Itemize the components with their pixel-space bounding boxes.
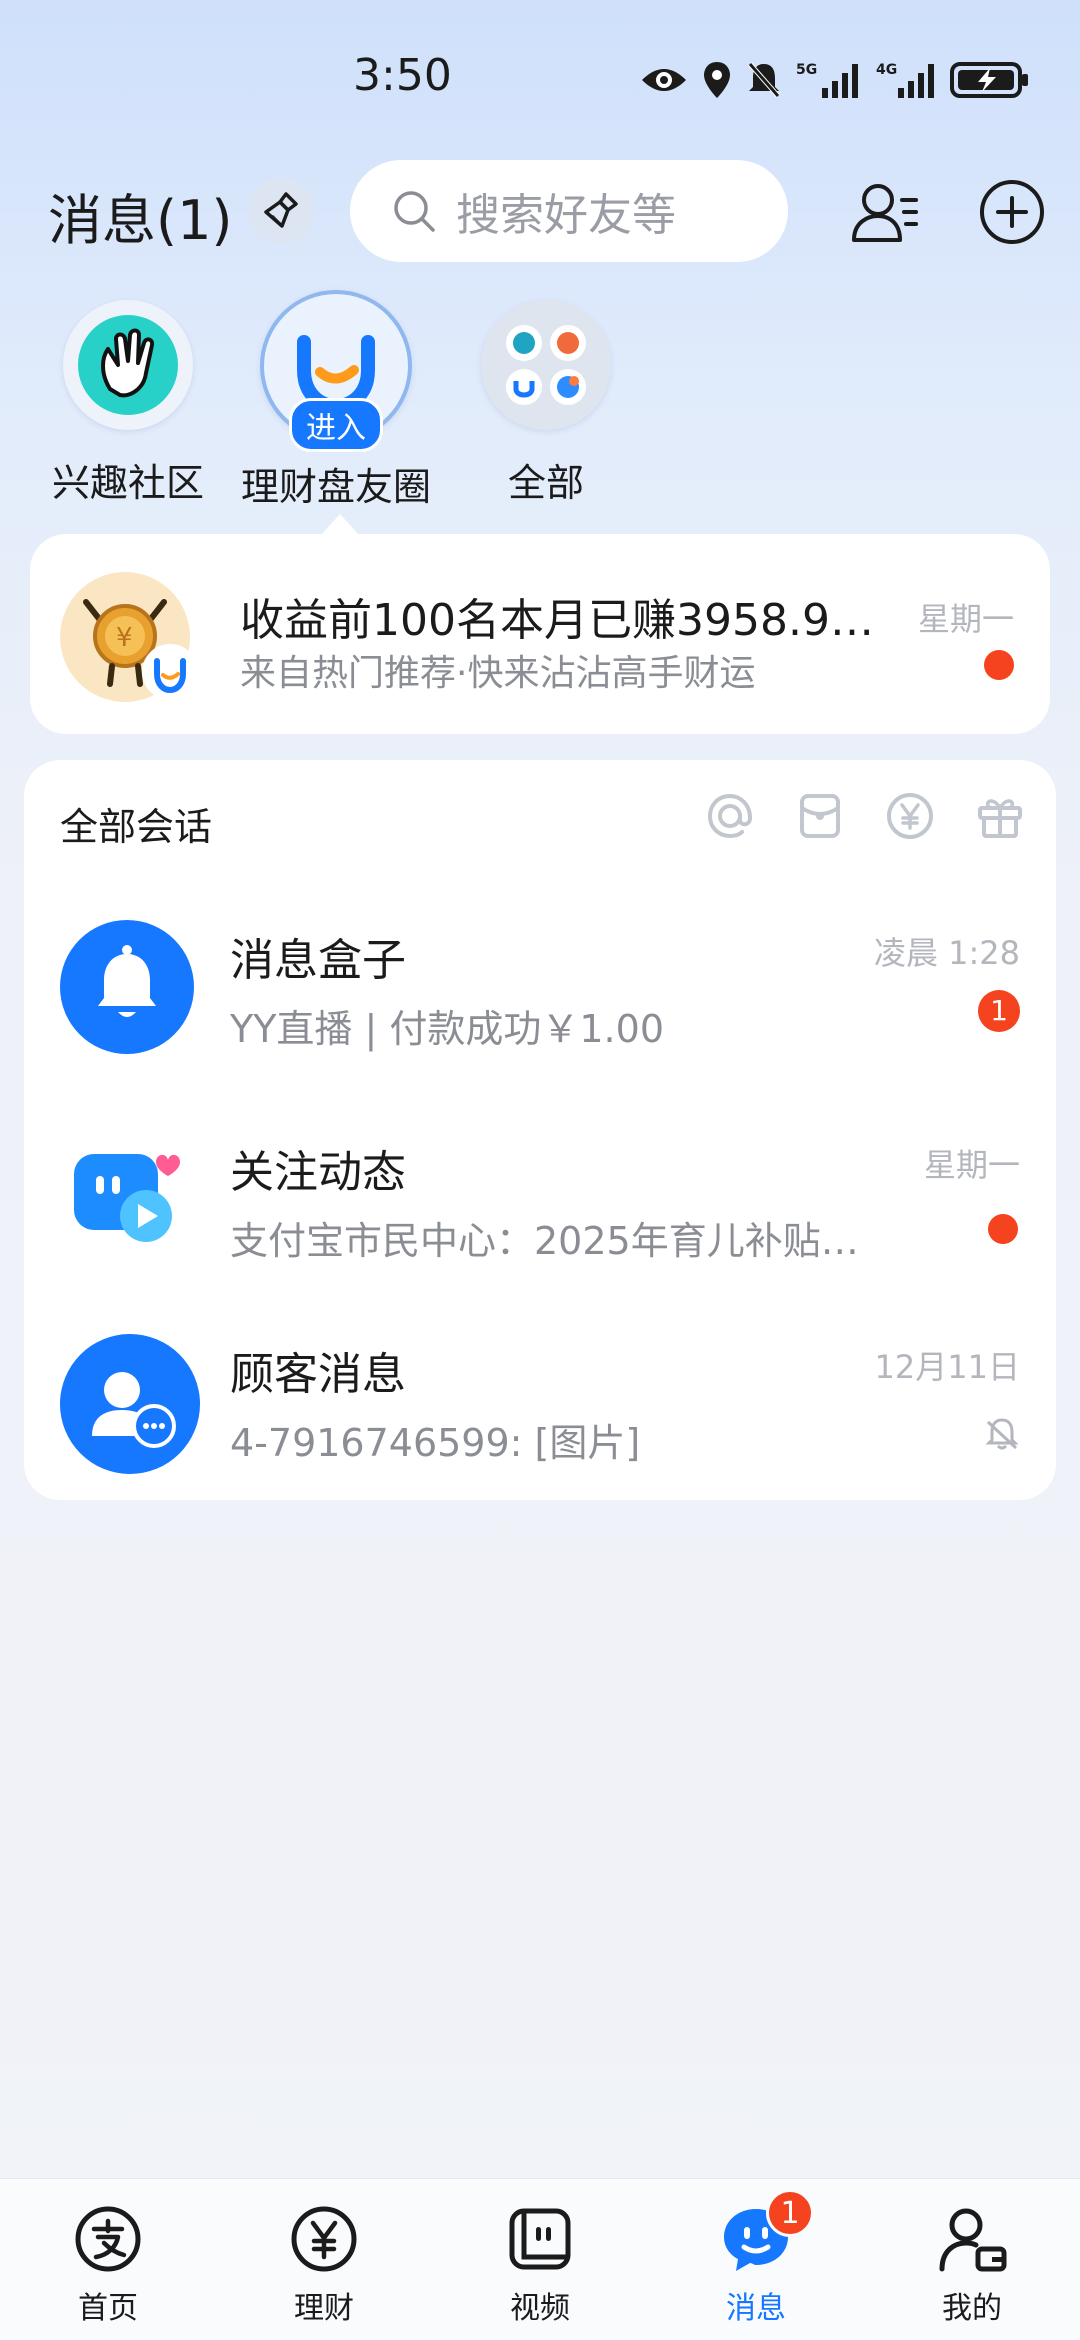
conversation-preview: 4-7916746599: [图片] — [230, 1421, 641, 1465]
video-icon — [509, 2208, 571, 2270]
gift-icon — [978, 799, 1022, 838]
bell-icon — [98, 945, 156, 1017]
status-time: 3:50 — [353, 50, 452, 101]
profile-wallet-icon — [939, 2208, 1007, 2272]
nav-label: 理财 — [294, 2291, 354, 2326]
conversation-name: 消息盒子 — [230, 935, 406, 986]
contacts-icon — [852, 184, 918, 242]
yuan-icon — [291, 2206, 357, 2272]
conversation-time: 12月11日 — [874, 1348, 1020, 1386]
conversation-time: 凌晨 1:28 — [873, 934, 1020, 972]
signal-4g-icon: 4G — [876, 62, 934, 98]
signal-5g-icon: 5G — [796, 62, 858, 98]
promo-mini-logo — [142, 644, 198, 700]
envelope-icon — [800, 794, 840, 838]
yuan-circle-icon — [887, 793, 933, 839]
contacts-button[interactable] — [850, 178, 920, 248]
all-groups-avatar — [481, 300, 611, 430]
conversation-row-follow-updates[interactable]: 关注动态 支付宝市民中心：2025年育儿补贴… 星期一 — [24, 1132, 1056, 1332]
quick-access-row: 兴趣社区 进入 理财盘友圈 全部 — [0, 290, 1080, 510]
selection-pointer — [322, 514, 358, 534]
groups-grid-icon — [506, 325, 586, 405]
unread-count-badge: 1 — [978, 990, 1020, 1032]
status-bar: 3:50 5G 4G — [0, 0, 1080, 150]
conversation-name: 顾客消息 — [230, 1349, 406, 1400]
promo-time: 星期一 — [917, 600, 1014, 638]
filter-payment-button[interactable] — [884, 790, 936, 842]
filter-redpacket-button[interactable] — [794, 790, 846, 842]
hand-wave-icon — [78, 315, 178, 415]
nav-mine[interactable]: 我的 — [864, 2179, 1080, 2340]
nav-video[interactable]: 视频 — [432, 2179, 648, 2340]
status-icons: 5G 4G — [640, 52, 1030, 108]
promo-card[interactable]: ¥ 收益前100名本月已赚3958.9… 来自热门推荐·快来沾沾高手财运 星期一 — [30, 534, 1050, 734]
quick-item-finance-circle[interactable]: 进入 理财盘友圈 — [236, 290, 436, 511]
broom-icon — [264, 192, 298, 228]
follow-feed-icon — [74, 1154, 180, 1242]
conversations-card: 全部会话 消息盒子 YY直播 | 付款成功￥1.00 凌晨 1:28 1 关注动… — [24, 760, 1056, 1500]
enter-badge: 进入 — [289, 398, 383, 452]
eye-icon — [642, 69, 686, 91]
net1-label: 5G — [796, 62, 817, 78]
conversation-filters — [704, 790, 1026, 842]
filter-gift-button[interactable] — [974, 790, 1026, 842]
nav-label: 视频 — [510, 2291, 570, 2326]
nav-unread-badge: 1 — [766, 2189, 814, 2237]
nav-messages[interactable]: 消息 1 — [648, 2179, 864, 2340]
finance-circle-avatar: 进入 — [260, 290, 412, 452]
conversation-preview: 支付宝市民中心：2025年育儿补贴… — [230, 1219, 859, 1263]
conversation-preview: YY直播 | 付款成功￥1.00 — [230, 1007, 664, 1051]
search-icon — [394, 191, 435, 232]
finance-u-small-icon — [146, 648, 194, 696]
nav-label: 首页 — [78, 2291, 138, 2326]
at-icon — [707, 793, 753, 839]
customer-chat-icon — [92, 1372, 176, 1448]
conversation-row-message-box[interactable]: 消息盒子 YY直播 | 付款成功￥1.00 凌晨 1:28 1 — [24, 920, 1056, 1120]
bottom-nav: 首页 理财 视频 消息 1 我的 — [0, 2178, 1080, 2340]
quick-item-label: 全部 — [507, 461, 584, 505]
plus-circle-icon — [980, 180, 1044, 244]
nav-finance[interactable]: 理财 — [216, 2179, 432, 2340]
unread-dot — [984, 650, 1014, 680]
unread-dot — [988, 1214, 1018, 1244]
battery-charging-icon — [950, 62, 1028, 98]
filter-mention-button[interactable] — [704, 790, 756, 842]
quick-item-interest-community[interactable]: 兴趣社区 — [28, 290, 228, 507]
mute-bell-icon — [748, 62, 780, 98]
promo-subtitle: 来自热门推荐·快来沾沾高手财运 — [240, 653, 756, 694]
nav-home[interactable]: 首页 — [0, 2179, 216, 2340]
quick-item-label: 兴趣社区 — [51, 461, 204, 505]
conversation-name: 关注动态 — [230, 1147, 406, 1198]
nav-label: 消息 — [726, 2291, 786, 2326]
conversation-row-customer-messages[interactable]: 顾客消息 4-7916746599: [图片] 12月11日 — [24, 1334, 1056, 1534]
net2-label: 4G — [876, 62, 897, 78]
search-placeholder: 搜索好友等 — [456, 190, 676, 241]
alipay-home-icon — [75, 2206, 141, 2272]
conversation-time: 星期一 — [923, 1146, 1020, 1184]
muted-bell-icon — [984, 1416, 1020, 1452]
svg-text:¥: ¥ — [116, 623, 133, 653]
quick-item-label: 理财盘友圈 — [240, 465, 431, 509]
location-icon — [704, 62, 730, 98]
interest-community-avatar — [63, 300, 193, 430]
follow-updates-avatar — [60, 1132, 194, 1266]
conversations-header: 全部会话 — [60, 805, 213, 849]
customer-messages-avatar — [60, 1334, 200, 1474]
search-input[interactable]: 搜索好友等 — [350, 160, 788, 262]
clear-unread-button[interactable] — [248, 178, 314, 244]
quick-item-all[interactable]: 全部 — [446, 290, 646, 507]
add-button[interactable] — [978, 178, 1046, 246]
nav-label: 我的 — [942, 2291, 1002, 2326]
header: 消息(1) 搜索好友等 — [0, 150, 1080, 270]
message-box-avatar — [60, 920, 194, 1054]
page-title: 消息(1) — [48, 189, 233, 252]
promo-title: 收益前100名本月已赚3958.9… — [240, 595, 874, 646]
